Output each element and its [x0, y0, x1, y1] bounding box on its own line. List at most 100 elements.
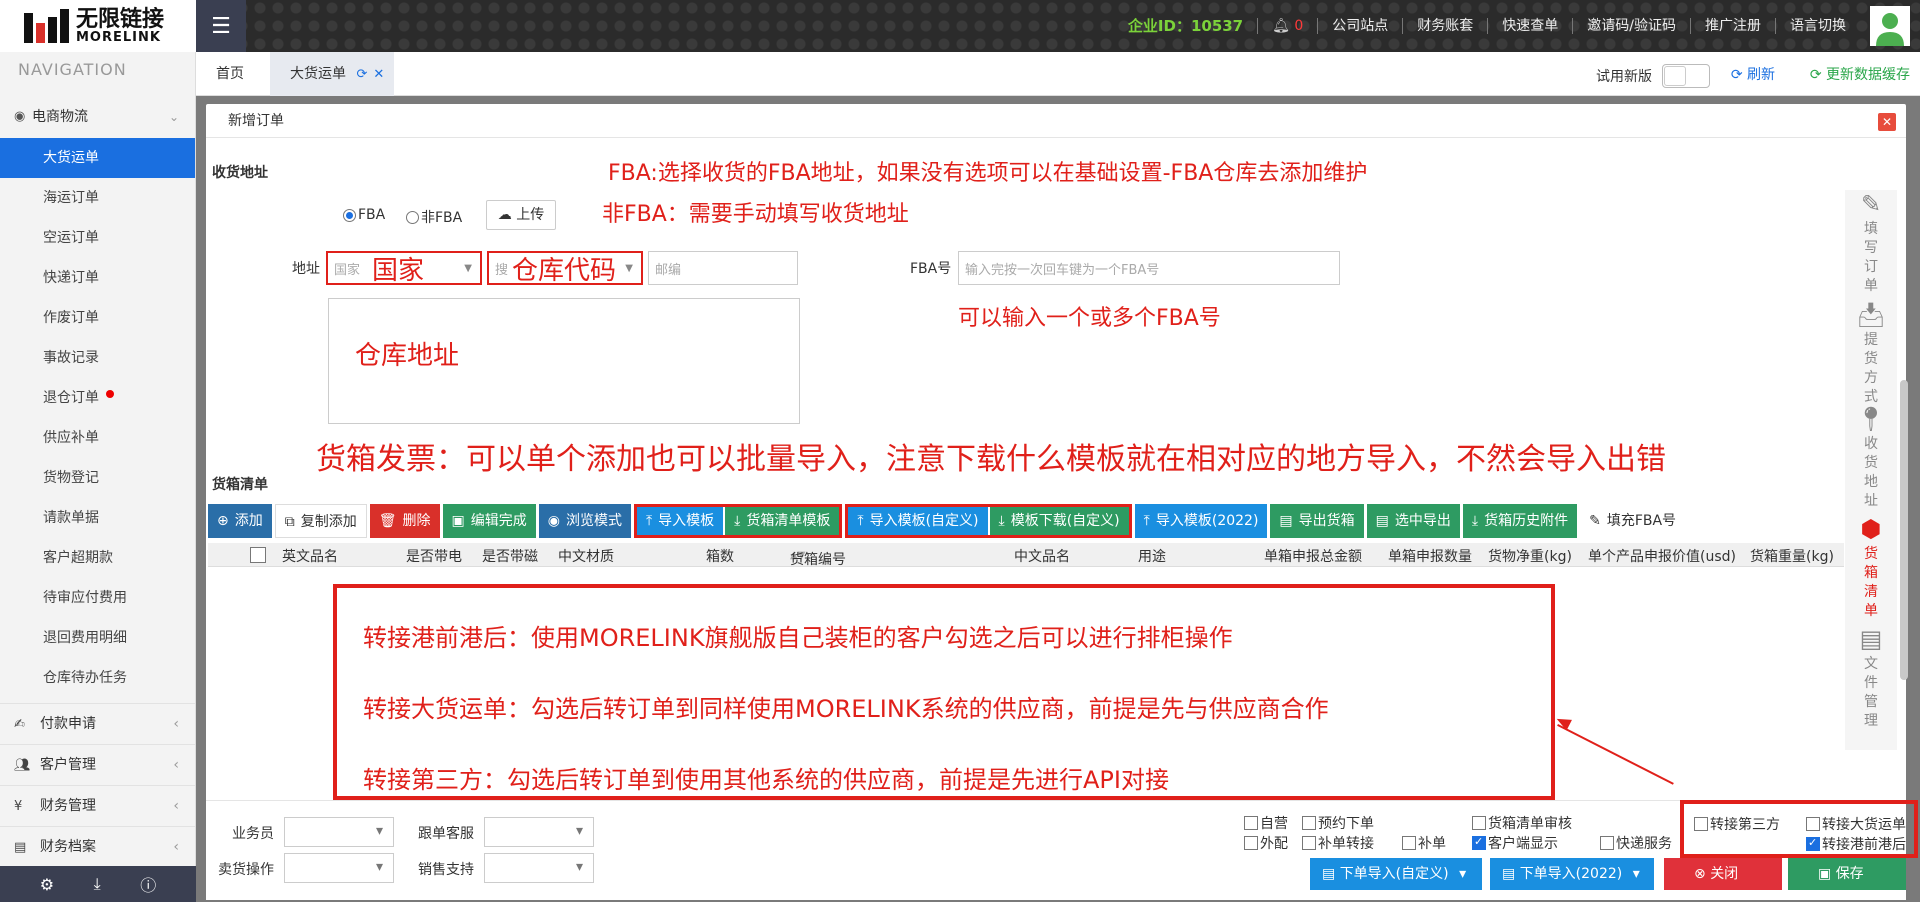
- sell-op-select[interactable]: [284, 853, 394, 883]
- nav-promo-register[interactable]: 推广注册: [1691, 18, 1776, 34]
- checkbox-transfer-bulk[interactable]: 转接大货运单: [1806, 814, 1906, 834]
- save-button[interactable]: ▣ 保存: [1788, 858, 1906, 890]
- order-import-2022-button[interactable]: ▤ 下单导入(2022) ▾: [1490, 858, 1654, 890]
- right-nav-goods[interactable]: ⬢ 货箱清单: [1845, 517, 1897, 621]
- col-box-count[interactable]: 箱数: [706, 546, 734, 566]
- export-selected-button[interactable]: ▤ 选中导出: [1366, 504, 1460, 538]
- nav-finance-books[interactable]: 财务账套: [1403, 18, 1489, 34]
- download-icon[interactable]: ⤓: [94, 874, 101, 894]
- sidebar-item-overdue[interactable]: 客户超期款: [0, 538, 195, 578]
- postcode-input[interactable]: 邮编: [648, 251, 798, 285]
- col-box-qty[interactable]: 单箱申报数量: [1388, 546, 1472, 566]
- close-button[interactable]: ⊗ 关闭: [1664, 858, 1782, 890]
- copy-add-button[interactable]: ⧉ 复制添加: [274, 504, 367, 538]
- right-nav-files[interactable]: ▤ 文件管理: [1845, 627, 1897, 731]
- checkbox-client-display[interactable]: 客户端显示: [1472, 833, 1558, 853]
- sales-support-select[interactable]: [484, 853, 594, 883]
- refresh-button[interactable]: ⟳ 刷新: [1731, 64, 1775, 84]
- import-template-button[interactable]: ⤒ 导入模板: [636, 507, 724, 535]
- box-list-template-button[interactable]: ⤓ 货箱清单模板: [725, 507, 840, 535]
- nav-group-payment[interactable]: ✍ 付款申请 ‹: [0, 703, 195, 744]
- import-custom-template-button[interactable]: ⤒ 导入模板(自定义): [848, 507, 988, 535]
- salesman-select[interactable]: [284, 817, 394, 847]
- sidebar-item-supplement[interactable]: 供应补单: [0, 418, 195, 458]
- sidebar-item-goods-register[interactable]: 货物登记: [0, 458, 195, 498]
- radio-non-fba[interactable]: 非FBA: [406, 207, 462, 227]
- col-box-total-value[interactable]: 单箱申报总金额: [1264, 546, 1362, 566]
- sidebar-item-incident[interactable]: 事故记录: [0, 338, 195, 378]
- edit-done-button[interactable]: ▣ 编辑完成: [442, 504, 536, 538]
- update-cache-button[interactable]: ⟳ 更新数据缓存: [1810, 64, 1910, 84]
- nav-group-finance-archive[interactable]: ▤ 财务档案 ‹: [0, 826, 195, 867]
- avatar[interactable]: [1870, 6, 1910, 46]
- country-select[interactable]: 国家 国家 ▼: [326, 251, 482, 286]
- checkbox-express-service[interactable]: 快递服务: [1600, 833, 1672, 853]
- nav-group-ecommerce[interactable]: ◉ 电商物流 ⌄: [0, 96, 195, 138]
- add-button[interactable]: ⊕ 添加: [208, 504, 272, 538]
- col-box-weight[interactable]: 货箱重量(kg): [1750, 546, 1834, 566]
- follow-cs-select[interactable]: [484, 817, 594, 847]
- upload-button[interactable]: ☁ 上传: [486, 200, 556, 230]
- checkbox-supplement[interactable]: 补单: [1402, 833, 1446, 853]
- close-icon[interactable]: ✕: [1878, 113, 1896, 131]
- sidebar-item-return-order[interactable]: 退仓订单: [0, 378, 195, 418]
- col-box-number[interactable]: 货箱编号 ▲▼: [790, 546, 846, 568]
- notifications-button[interactable]: 🔔︎ 0: [1258, 18, 1319, 34]
- col-cn-name[interactable]: 中文品名: [1014, 546, 1070, 566]
- col-usage[interactable]: 用途: [1138, 546, 1166, 566]
- logo[interactable]: 无限链接 MORELINK: [0, 0, 196, 52]
- col-magnetic[interactable]: 是否带磁: [482, 546, 538, 566]
- import-2022-button[interactable]: ⤒ 导入模板(2022): [1134, 504, 1268, 538]
- checkbox-transfer-third[interactable]: 转接第三方: [1694, 814, 1780, 834]
- scrollbar[interactable]: [1900, 380, 1908, 680]
- select-all-checkbox[interactable]: [250, 547, 266, 563]
- nav-company-site[interactable]: 公司站点: [1318, 18, 1404, 34]
- checkbox-supplement-transfer[interactable]: 补单转接: [1302, 833, 1374, 853]
- close-tab-icon[interactable]: ✕: [373, 67, 384, 82]
- checkbox-reserve-order[interactable]: 预约下单: [1302, 813, 1374, 833]
- try-new-toggle[interactable]: [1662, 64, 1710, 88]
- checkbox-self-operated[interactable]: 自营: [1244, 813, 1288, 833]
- refresh-tab-icon[interactable]: ⟳: [356, 67, 367, 82]
- sidebar-item-payment-request-doc[interactable]: 请款单据: [0, 498, 195, 538]
- sidebar-item-bulk-waybill[interactable]: 大货运单: [0, 138, 195, 178]
- delete-button[interactable]: 🗑︎ 删除: [369, 504, 440, 538]
- col-battery[interactable]: 是否带电: [406, 546, 462, 566]
- col-material[interactable]: 中文材质: [558, 546, 614, 566]
- sidebar-item-void-order[interactable]: 作废订单: [0, 298, 195, 338]
- nav-group-finance[interactable]: ¥ 财务管理 ‹: [0, 785, 195, 826]
- warehouse-code-select[interactable]: 搜 仓库代码 ▼: [487, 251, 643, 286]
- order-import-custom-button[interactable]: ▤ 下单导入(自定义) ▾: [1310, 858, 1482, 890]
- col-net-weight[interactable]: 货物净重(kg): [1488, 546, 1572, 566]
- sidebar-item-pending-payables[interactable]: 待审应付费用: [0, 578, 195, 618]
- fba-number-input[interactable]: 输入完按一次回车键为一个FBA号: [958, 251, 1340, 285]
- fill-fba-button[interactable]: ✎ 填充FBA号: [1580, 504, 1686, 538]
- help-icon[interactable]: ⓘ: [140, 872, 156, 896]
- sidebar-item-refund-detail[interactable]: 退回费用明细: [0, 618, 195, 658]
- right-nav-address[interactable]: 📍︎ 收货地址: [1845, 407, 1897, 511]
- checkbox-transfer-port[interactable]: 转接港前港后: [1806, 834, 1906, 854]
- sidebar-item-warehouse-tasks[interactable]: 仓库待办任务: [0, 658, 195, 698]
- menu-toggle-icon[interactable]: ☰: [196, 0, 246, 52]
- sidebar-item-air-order[interactable]: 空运订单: [0, 218, 195, 258]
- nav-invite-code[interactable]: 邀请码/验证码: [1573, 18, 1691, 34]
- tab-bulk-waybill[interactable]: 大货运单 ⟳ ✕: [270, 52, 395, 96]
- col-en-name[interactable]: 英文品名: [282, 546, 338, 566]
- download-custom-template-button[interactable]: ⤓ 模板下载(自定义): [989, 507, 1129, 535]
- col-unit-value[interactable]: 单个产品申报价值(usd): [1588, 546, 1736, 566]
- right-nav-pickup[interactable]: 📥︎ 提货方式: [1845, 303, 1897, 407]
- radio-fba[interactable]: FBA: [343, 207, 385, 223]
- right-nav-fill-order[interactable]: ✎ 填写订单: [1845, 192, 1897, 296]
- box-history-button[interactable]: ⤓ 货箱历史附件: [1462, 504, 1578, 538]
- checkbox-external[interactable]: 外配: [1244, 833, 1288, 853]
- sidebar-item-express-order[interactable]: 快递订单: [0, 258, 195, 298]
- nav-quick-search[interactable]: 快速查单: [1488, 18, 1574, 34]
- tab-home[interactable]: 首页: [216, 52, 244, 96]
- export-boxes-button[interactable]: ▤ 导出货箱: [1270, 504, 1364, 538]
- sidebar-item-sea-order[interactable]: 海运订单: [0, 178, 195, 218]
- nav-group-customers[interactable]: 👥︎ 客户管理 ‹: [0, 744, 195, 785]
- warehouse-address-textarea[interactable]: 仓库地址: [328, 298, 800, 424]
- browse-mode-button[interactable]: ◉ 浏览模式: [538, 504, 631, 538]
- nav-language[interactable]: 语言切换: [1776, 18, 1860, 34]
- settings-icon[interactable]: ⚙: [40, 875, 54, 894]
